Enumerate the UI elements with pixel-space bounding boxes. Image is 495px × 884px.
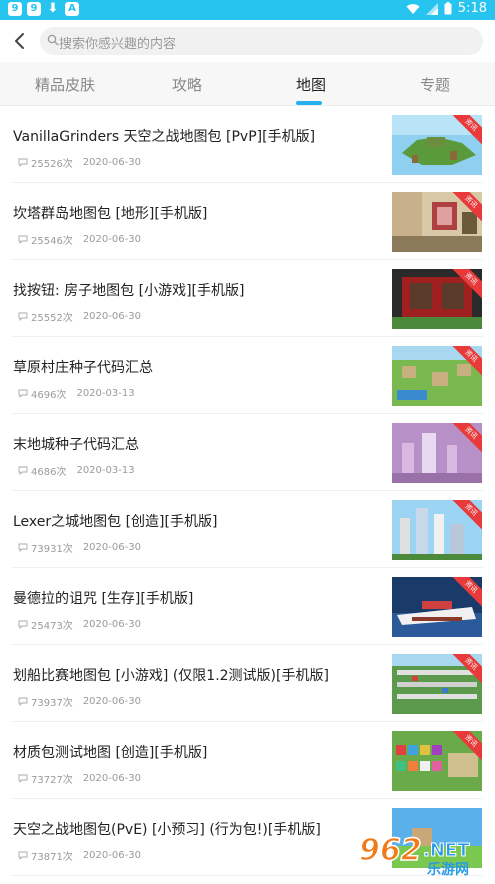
item-thumbnail: 资讯	[392, 115, 482, 175]
item-meta: 73937次 2020-06-30	[18, 694, 141, 709]
item-date: 2020-06-30	[82, 234, 141, 245]
comment-icon	[18, 235, 28, 244]
item-date: 2020-06-30	[82, 619, 141, 630]
item-thumbnail: 资讯	[392, 192, 482, 252]
list-item[interactable]: VanillaGrinders 天空之战地图包 [PvP][手机版] 25526…	[0, 106, 495, 183]
search-header: 搜索你感兴趣的内容	[0, 20, 495, 62]
site-watermark: 962 .NET 乐游网	[355, 826, 495, 880]
tab-guides[interactable]: 攻略	[172, 74, 202, 95]
item-thumbnail: 资讯	[392, 500, 482, 560]
list-item[interactable]: 末地城种子代码汇总 4686次 2020-03-13 资讯	[0, 414, 495, 491]
battery-icon	[444, 2, 452, 15]
status-time: 5:18	[457, 1, 487, 16]
category-tabs: 精品皮肤 攻略 地图 专题	[0, 62, 495, 106]
item-thumbnail: 资讯	[392, 731, 482, 791]
item-meta: 25473次 2020-06-30	[18, 617, 141, 632]
item-date: 2020-06-30	[82, 850, 141, 861]
item-date: 2020-03-13	[76, 388, 135, 399]
list-item[interactable]: 草原村庄种子代码汇总 4696次 2020-03-13 资讯	[0, 337, 495, 414]
item-thumbnail: 资讯	[392, 269, 482, 329]
item-count: 4686次	[31, 467, 67, 478]
comment-icon	[18, 389, 28, 398]
comment-icon	[18, 158, 28, 167]
search-input[interactable]: 搜索你感兴趣的内容	[40, 27, 483, 55]
item-meta: 4686次 2020-03-13	[18, 463, 135, 478]
list-item[interactable]: Lexer之城地图包 [创造][手机版] 73931次 2020-06-30 资…	[0, 491, 495, 568]
item-count: 25526次	[31, 159, 73, 170]
svg-text:.NET: .NET	[423, 840, 470, 861]
item-count: 73937次	[31, 698, 73, 709]
item-title: 找按钮: 房子地图包 [小游戏][手机版]	[13, 283, 245, 299]
comment-icon	[18, 466, 28, 475]
tab-skins[interactable]: 精品皮肤	[35, 74, 95, 95]
item-date: 2020-06-30	[82, 773, 141, 784]
item-thumbnail: 资讯	[392, 423, 482, 483]
list-item[interactable]: 曼德拉的诅咒 [生存][手机版] 25473次 2020-06-30 资讯	[0, 568, 495, 645]
item-meta: 25526次 2020-06-30	[18, 155, 141, 170]
item-title: 曼德拉的诅咒 [生存][手机版]	[13, 591, 194, 607]
comment-icon	[18, 543, 28, 552]
item-thumbnail: 资讯	[392, 346, 482, 406]
item-thumbnail: 资讯	[392, 577, 482, 637]
list-item[interactable]: 找按钮: 房子地图包 [小游戏][手机版] 25552次 2020-06-30 …	[0, 260, 495, 337]
comment-icon	[18, 697, 28, 706]
tab-topics[interactable]: 专题	[420, 74, 450, 95]
notification-icons: 9 9 ⬇ A	[8, 2, 79, 16]
search-icon	[47, 34, 59, 46]
item-date: 2020-06-30	[82, 311, 141, 322]
item-title: VanillaGrinders 天空之战地图包 [PvP][手机版]	[13, 129, 316, 145]
item-meta: 73727次 2020-06-30	[18, 771, 141, 786]
item-date: 2020-06-30	[82, 542, 141, 553]
list-item[interactable]: 坎塔群岛地图包 [地形][手机版] 25546次 2020-06-30 资讯	[0, 183, 495, 260]
item-count: 25546次	[31, 236, 73, 247]
comment-icon	[18, 312, 28, 321]
status-bar: 9 9 ⬇ A 5:18	[0, 0, 495, 20]
item-thumbnail: 资讯	[392, 654, 482, 714]
comment-icon	[18, 851, 28, 860]
item-title: 划船比赛地图包 [小游戏] (仅限1.2测试版)[手机版]	[13, 668, 329, 684]
app-notification-icon: 9	[27, 2, 41, 16]
item-count: 25473次	[31, 621, 73, 632]
keyboard-icon: A	[65, 2, 79, 16]
list-item[interactable]: 材质包测试地图 [创造][手机版] 73727次 2020-06-30 资讯	[0, 722, 495, 799]
item-meta: 4696次 2020-03-13	[18, 386, 135, 401]
tab-maps[interactable]: 地图	[296, 74, 326, 95]
item-title: 末地城种子代码汇总	[13, 437, 139, 453]
item-meta: 73871次 2020-06-30	[18, 848, 141, 863]
item-count: 73931次	[31, 544, 73, 555]
item-count: 73727次	[31, 775, 73, 786]
item-count: 25552次	[31, 313, 73, 324]
item-count: 4696次	[31, 390, 67, 401]
item-meta: 73931次 2020-06-30	[18, 540, 141, 555]
comment-icon	[18, 620, 28, 629]
back-arrow-icon[interactable]	[10, 30, 30, 52]
search-placeholder: 搜索你感兴趣的内容	[59, 37, 177, 52]
item-title: 坎塔群岛地图包 [地形][手机版]	[13, 206, 208, 222]
download-icon: ⬇	[47, 1, 59, 16]
item-title: Lexer之城地图包 [创造][手机版]	[13, 514, 218, 530]
comment-icon	[18, 774, 28, 783]
app-notification-icon: 9	[8, 2, 22, 16]
item-meta: 25552次 2020-06-30	[18, 309, 141, 324]
item-date: 2020-06-30	[82, 157, 141, 168]
item-meta: 25546次 2020-06-30	[18, 232, 141, 247]
item-date: 2020-03-13	[76, 465, 135, 476]
signal-icon	[425, 2, 438, 15]
item-title: 草原村庄种子代码汇总	[13, 360, 153, 376]
list-item[interactable]: 划船比赛地图包 [小游戏] (仅限1.2测试版)[手机版] 73937次 202…	[0, 645, 495, 722]
svg-text:962: 962	[359, 833, 422, 868]
active-tab-indicator	[296, 101, 322, 105]
wifi-icon	[406, 3, 420, 14]
item-title: 材质包测试地图 [创造][手机版]	[13, 745, 208, 761]
item-title: 天空之战地图包(PvE) [小预习] (行为包!)[手机版]	[13, 822, 321, 838]
item-date: 2020-06-30	[82, 696, 141, 707]
item-count: 73871次	[31, 852, 73, 863]
svg-text:乐游网: 乐游网	[427, 861, 469, 878]
